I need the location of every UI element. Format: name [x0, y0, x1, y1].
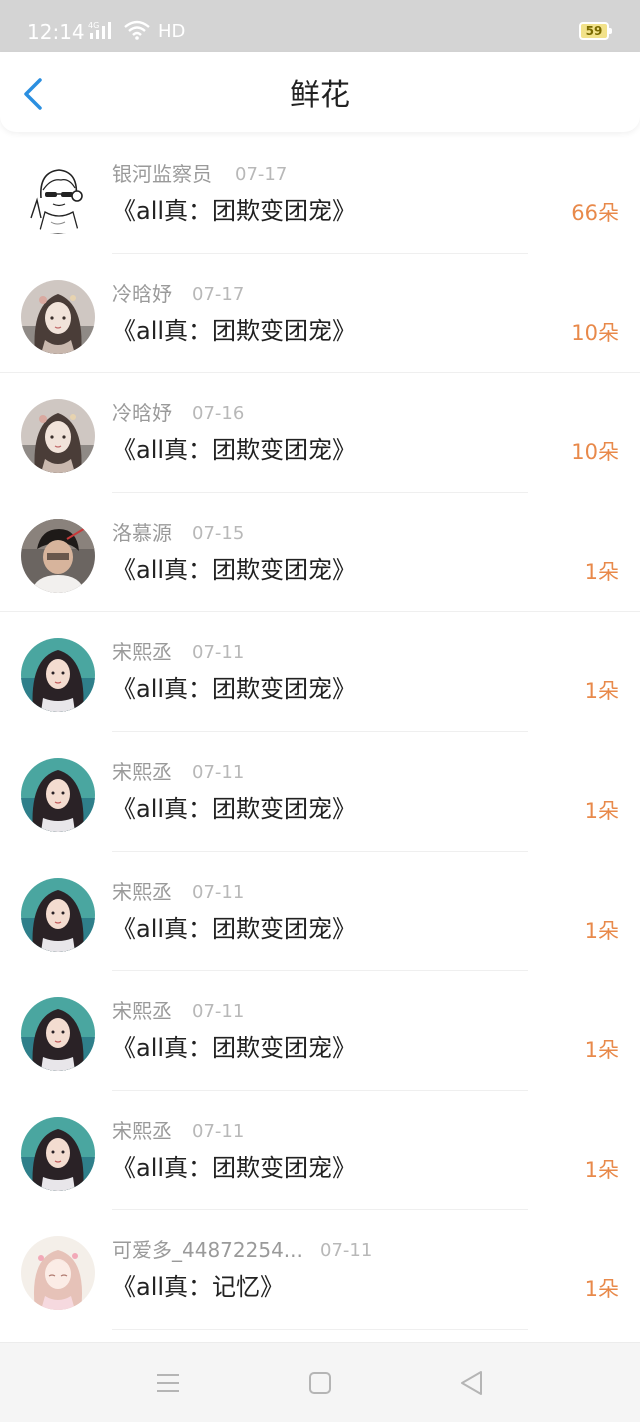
record-book-title: 《all真：团欺变团宠》 [112, 436, 357, 465]
record-book-title: 《all真：团欺变团宠》 [112, 316, 357, 345]
flower-record-list: 银河监察员 07-17 《all真：团欺变团宠》 66朵 冷晗妤 07-17 《… [0, 134, 640, 1330]
record-book-title: 《all真：团欺变团宠》 [112, 1034, 357, 1063]
list-item[interactable]: 宋熙丞 07-11 《all真：团欺变团宠》 1朵 [0, 971, 640, 1091]
app-header: 鲜花 [0, 52, 640, 132]
record-username: 宋熙丞 [112, 1118, 172, 1143]
record-username: 冷晗妤 [112, 401, 172, 426]
status-bar: 12:14 4G HD 59 [0, 0, 640, 52]
record-flower-count: 1朵 [584, 798, 619, 823]
battery-icon: 59 [579, 22, 612, 40]
record-username: 宋熙丞 [112, 879, 172, 904]
record-date: 07-11 [192, 881, 245, 903]
status-time: 12:14 [27, 20, 85, 44]
girl-photo-avatar[interactable] [21, 997, 95, 1072]
battery-level: 59 [585, 24, 603, 38]
record-username: 洛慕源 [112, 520, 172, 545]
record-date: 07-11 [192, 642, 245, 664]
pink-anime-avatar[interactable] [21, 1236, 95, 1311]
svg-text:4G: 4G [88, 21, 99, 30]
list-item[interactable]: 宋熙丞 07-11 《all真：团欺变团宠》 1朵 [0, 1091, 640, 1211]
record-flower-count: 1朵 [584, 918, 619, 943]
record-flower-count: 66朵 [571, 201, 619, 225]
record-book-title: 《all真：团欺变团宠》 [112, 555, 357, 584]
record-username: 宋熙丞 [112, 640, 172, 665]
record-flower-count: 10朵 [571, 320, 619, 345]
menu-icon [157, 1374, 179, 1392]
girl-photo-avatar[interactable] [21, 638, 95, 713]
record-date: 07-11 [320, 1240, 373, 1262]
girl-photo-avatar[interactable] [21, 757, 95, 832]
list-item[interactable]: 宋熙丞 07-11 《all真：团欺变团宠》 1朵 [0, 732, 640, 852]
wifi-icon [124, 20, 150, 44]
row-divider [112, 1328, 528, 1330]
record-date: 07-11 [192, 1001, 245, 1023]
record-flower-count: 1朵 [584, 559, 619, 584]
anime-girl-avatar[interactable] [21, 279, 95, 354]
record-date: 07-17 [192, 283, 245, 305]
record-date: 07-11 [192, 761, 245, 783]
list-item[interactable]: 冷晗妤 07-16 《all真：团欺变团宠》 10朵 [0, 373, 640, 493]
record-book-title: 《all真：团欺变团宠》 [112, 1153, 357, 1182]
sketch-character-avatar[interactable] [21, 160, 95, 234]
record-flower-count: 10朵 [571, 440, 619, 465]
record-book-title: 《all真：记忆》 [112, 1273, 285, 1302]
home-square-icon [309, 1372, 331, 1394]
record-flower-count: 1朵 [584, 1277, 619, 1302]
system-nav-bar [0, 1342, 640, 1422]
record-book-title: 《all真：团欺变团宠》 [112, 914, 357, 943]
record-flower-count: 1朵 [584, 679, 619, 704]
record-book-title: 《all真：团欺变团宠》 [112, 197, 357, 225]
record-username: 宋熙丞 [112, 759, 172, 784]
back-triangle-icon [461, 1371, 482, 1395]
menu-button[interactable] [154, 1369, 182, 1397]
record-date: 07-11 [192, 1120, 245, 1142]
list-item[interactable]: 可爱多_44872254... 07-11 《all真：记忆》 1朵 [0, 1210, 640, 1330]
list-item[interactable]: 宋熙丞 07-11 《all真：团欺变团宠》 1朵 [0, 852, 640, 972]
list-item[interactable]: 银河监察员 07-17 《all真：团欺变团宠》 66朵 [0, 134, 640, 254]
anime-girl-avatar[interactable] [21, 399, 95, 474]
page-title: 鲜花 [290, 78, 350, 113]
record-username: 宋熙丞 [112, 999, 172, 1024]
record-username: 冷晗妤 [112, 281, 172, 306]
list-item[interactable]: 冷晗妤 07-17 《all真：团欺变团宠》 10朵 [0, 254, 640, 374]
record-flower-count: 1朵 [584, 1157, 619, 1182]
record-book-title: 《all真：团欺变团宠》 [112, 675, 357, 704]
girl-photo-avatar[interactable] [21, 877, 95, 952]
record-flower-count: 1朵 [584, 1038, 619, 1063]
record-date: 07-17 [235, 164, 288, 185]
home-button[interactable] [306, 1369, 334, 1397]
record-date: 07-16 [192, 403, 245, 425]
record-date: 07-15 [192, 522, 245, 544]
photo-avatar[interactable] [21, 518, 95, 593]
list-item[interactable]: 宋熙丞 07-11 《all真：团欺变团宠》 1朵 [0, 612, 640, 732]
status-icons: 4G HD [88, 20, 185, 44]
cellular-signal-icon: 4G [88, 20, 116, 44]
record-book-title: 《all真：团欺变团宠》 [112, 794, 357, 823]
back-nav-button[interactable] [458, 1369, 486, 1397]
hd-indicator: HD [158, 21, 186, 42]
record-username: 银河监察员 [112, 162, 212, 186]
list-item[interactable]: 洛慕源 07-15 《all真：团欺变团宠》 1朵 [0, 493, 640, 613]
girl-photo-avatar[interactable] [21, 1116, 95, 1191]
record-username: 可爱多_44872254... [112, 1238, 303, 1263]
